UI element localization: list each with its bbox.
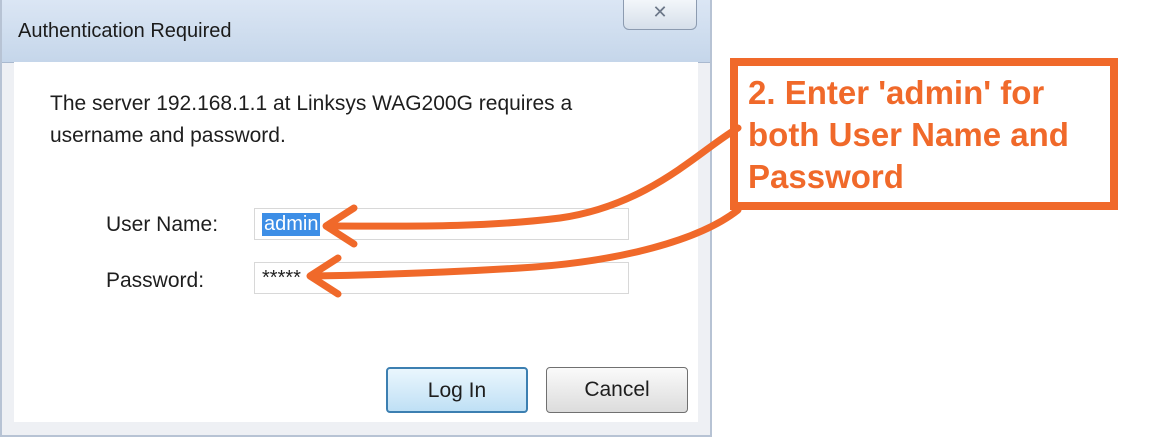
dialog-title: Authentication Required	[18, 20, 232, 42]
auth-dialog: Authentication Required ✕ The server 192…	[0, 0, 712, 437]
password-field[interactable]: *****	[254, 262, 629, 294]
dialog-body: The server 192.168.1.1 at Linksys WAG200…	[14, 62, 698, 422]
close-button[interactable]: ✕	[623, 0, 697, 30]
password-value: *****	[262, 267, 301, 289]
annotation-callout: 2. Enter 'admin' for both User Name and …	[730, 58, 1118, 210]
password-label: Password:	[106, 269, 205, 292]
cancel-button[interactable]: Cancel	[546, 367, 688, 413]
username-label: User Name:	[106, 213, 219, 236]
annotation-text: 2. Enter 'admin' for both User Name and …	[748, 74, 1069, 195]
login-button[interactable]: Log In	[386, 367, 528, 413]
close-icon: ✕	[652, 2, 668, 23]
username-field[interactable]: admin	[254, 208, 629, 240]
auth-message: The server 192.168.1.1 at Linksys WAG200…	[50, 92, 573, 147]
username-value: admin	[262, 213, 321, 236]
title-bar: Authentication Required ✕	[2, 0, 710, 63]
